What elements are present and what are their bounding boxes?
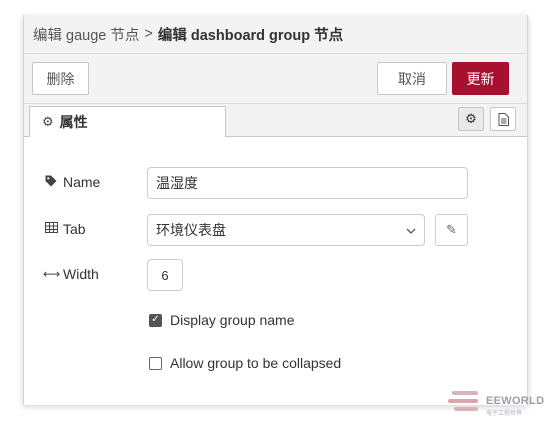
- pencil-icon: ✎: [446, 222, 457, 237]
- watermark-sub: 电子工程世界: [486, 411, 523, 417]
- breadcrumb-separator: >: [144, 26, 153, 42]
- chevron-down-icon: [406, 223, 416, 237]
- settings-tab-button[interactable]: ⚙: [458, 107, 484, 131]
- width-label: ⟷ Width: [43, 266, 99, 282]
- allow-collapse-row[interactable]: Allow group to be collapsed: [149, 355, 341, 371]
- cancel-button[interactable]: 取消: [377, 62, 447, 95]
- properties-form: Name 温湿度 Tab 环境仪表盘 ✎ ⟷ Width 6 ✓ Display…: [24, 137, 527, 405]
- tab-bar: ⚙ 属性 ⚙: [24, 104, 527, 137]
- edit-tab-button[interactable]: ✎: [435, 214, 468, 246]
- document-icon: [498, 112, 509, 126]
- breadcrumb-current: 编辑 dashboard group 节点: [157, 27, 344, 44]
- watermark-logo: EEWORLD 电子工程世界: [448, 388, 548, 418]
- tab-label-text: Tab: [63, 221, 86, 237]
- gear-icon: ⚙: [465, 111, 477, 126]
- name-input[interactable]: 温湿度: [147, 167, 468, 199]
- table-icon: [43, 222, 59, 236]
- tab-properties[interactable]: ⚙ 属性: [29, 106, 226, 137]
- delete-button[interactable]: 删除: [32, 62, 89, 95]
- name-label: Name: [43, 174, 100, 190]
- horizontal-arrows-icon: ⟷: [43, 267, 61, 281]
- update-button[interactable]: 更新: [452, 62, 509, 95]
- display-group-name-label: Display group name: [170, 312, 295, 328]
- dialog-toolbar: 删除 取消 更新: [24, 54, 527, 104]
- allow-collapse-checkbox[interactable]: [149, 356, 162, 370]
- tab-select[interactable]: 环境仪表盘: [147, 214, 425, 246]
- display-group-name-checkbox[interactable]: ✓: [149, 313, 162, 327]
- eeworld-logo-icon: [448, 391, 478, 411]
- dialog-titlebar: 编辑 gauge 节点 > 编辑 dashboard group 节点: [24, 15, 527, 54]
- display-group-name-row[interactable]: ✓ Display group name: [149, 312, 295, 328]
- edit-dialog: 编辑 gauge 节点 > 编辑 dashboard group 节点 删除 取…: [23, 15, 528, 405]
- breadcrumb-parent[interactable]: 编辑 gauge 节点: [33, 24, 139, 45]
- allow-collapse-label: Allow group to be collapsed: [170, 355, 342, 371]
- info-tab-button[interactable]: [490, 107, 516, 131]
- tab-label: Tab: [43, 221, 86, 237]
- width-label-text: Width: [63, 266, 99, 282]
- width-sizer[interactable]: 6: [147, 259, 183, 291]
- tag-icon: [43, 175, 59, 190]
- gear-icon: ⚙: [42, 114, 54, 129]
- tab-select-value: 环境仪表盘: [156, 222, 226, 238]
- tab-properties-label: 属性: [59, 114, 88, 130]
- watermark-brand: EEWORLD: [486, 395, 545, 407]
- name-label-text: Name: [63, 174, 101, 190]
